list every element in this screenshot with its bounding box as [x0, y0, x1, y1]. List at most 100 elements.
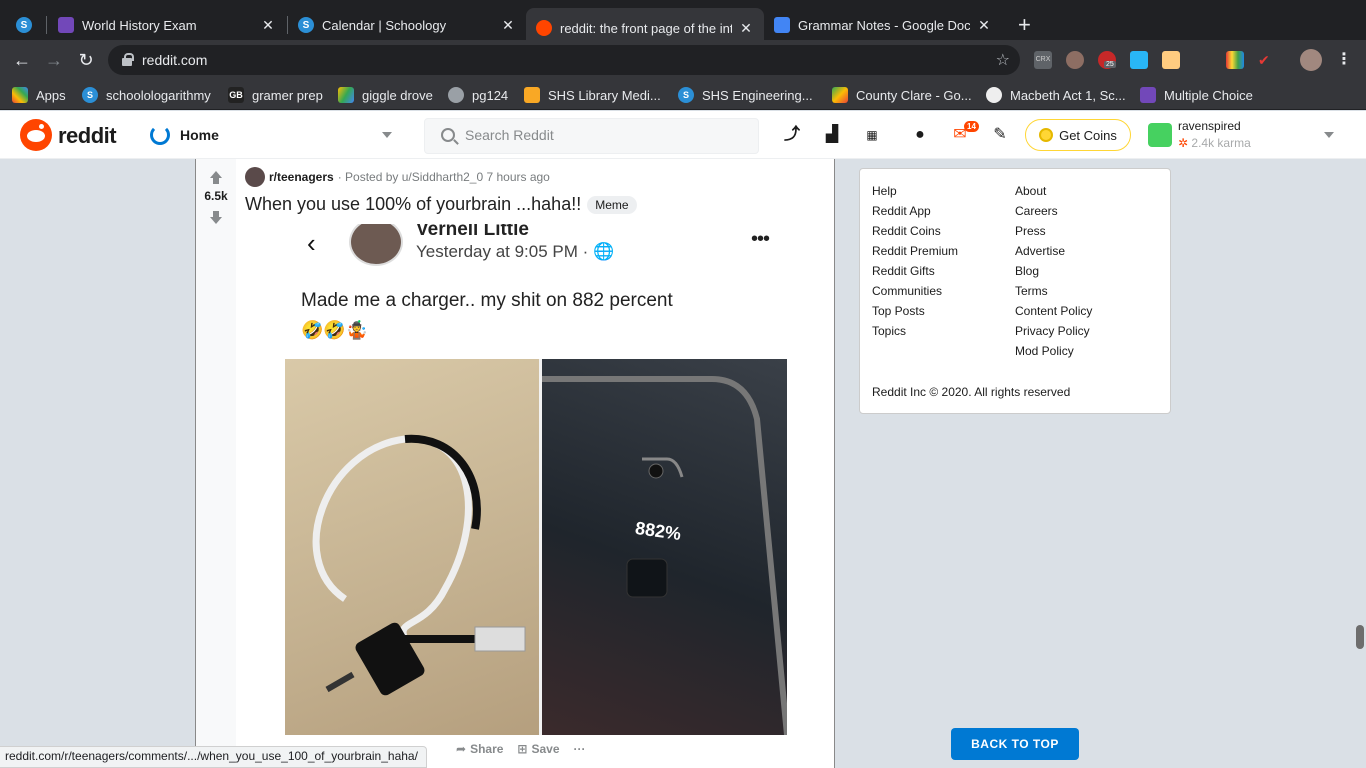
reddit-logo-icon[interactable]	[20, 119, 52, 151]
adblock-extension-icon[interactable]: 25	[1098, 51, 1116, 69]
bookmark-schoolologarithmy[interactable]: S schoolologarithmy	[82, 86, 211, 104]
bookmark-giggle-drove[interactable]: giggle drove	[338, 86, 433, 104]
trending-icon[interactable]: ⤴	[782, 125, 802, 145]
save-button[interactable]: ⊞ Save	[517, 742, 559, 756]
close-tab-icon[interactable]: ✕	[500, 17, 516, 34]
owl-extension-icon[interactable]	[1066, 51, 1084, 69]
share-button[interactable]: ➦ Share	[456, 742, 503, 756]
link-top-posts[interactable]: Top Posts	[872, 303, 958, 323]
link-reddit-gifts[interactable]: Reddit Gifts	[872, 263, 958, 283]
address-bar[interactable]: reddit.com ☆	[108, 45, 1020, 75]
footer-links-card: Help Reddit App Reddit Coins Reddit Prem…	[859, 168, 1171, 414]
tab-title: reddit: the front page of the int	[560, 20, 732, 36]
tab-title: Calendar | Schoology	[322, 17, 447, 33]
hidden-extension-icon[interactable]	[1194, 51, 1212, 69]
post-title[interactable]: When you use 100% of yourbrain ...haha!!…	[245, 194, 637, 215]
vote-score: 6.5k	[204, 189, 228, 203]
link-help[interactable]: Help	[872, 183, 958, 203]
schoology-icon: S	[82, 87, 98, 103]
tab-calendar-schoology[interactable]: S Calendar | Schoology ✕	[288, 8, 526, 42]
link-about[interactable]: About	[1015, 183, 1092, 203]
bookmark-apps[interactable]: Apps	[12, 86, 66, 104]
chat-icon[interactable]: ●	[910, 125, 930, 145]
bookmark-icon	[524, 87, 540, 103]
link-reddit-coins[interactable]: Reddit Coins	[872, 223, 958, 243]
link-terms[interactable]: Terms	[1015, 283, 1092, 303]
subreddit-link[interactable]: r/teenagers	[269, 170, 334, 184]
upvote-icon[interactable]	[210, 171, 222, 185]
scrollbar-thumb[interactable]	[1356, 625, 1364, 649]
qr-code-icon[interactable]: ▦	[862, 125, 882, 145]
back-to-top-button[interactable]: BACK TO TOP	[951, 728, 1079, 760]
link-advertise[interactable]: Advertise	[1015, 243, 1092, 263]
more-options-button[interactable]: ···	[574, 742, 586, 756]
bookmark-gramer-prep[interactable]: GB gramer prep	[228, 86, 323, 104]
close-tab-icon[interactable]: ✕	[260, 17, 276, 34]
bookmark-county-clare[interactable]: County Clare - Go...	[832, 86, 972, 104]
drive-icon	[338, 87, 354, 103]
link-topics[interactable]: Topics	[872, 323, 958, 343]
pencil-icon[interactable]: ✎	[990, 125, 1010, 145]
bookmarks-bar: Apps S schoolologarithmy GB gramer prep …	[0, 80, 1366, 110]
post-card[interactable]: 6.5k r/teenagers · Posted by u/Siddharth…	[195, 159, 835, 768]
color-extension-icon[interactable]	[1226, 51, 1244, 69]
downvote-icon[interactable]	[210, 211, 222, 225]
copyright-text: Reddit Inc © 2020. All rights reserved	[872, 385, 1071, 399]
url-text: reddit.com	[142, 52, 208, 68]
chrome-menu-icon[interactable]: ⋮	[1336, 49, 1352, 69]
new-tab-button[interactable]: +	[1008, 8, 1040, 42]
bookmark-shs-library[interactable]: SHS Library Medi...	[524, 86, 661, 104]
leaderboard-icon[interactable]: ▟	[822, 125, 842, 145]
link-content-policy[interactable]: Content Policy	[1015, 303, 1092, 323]
post-flair[interactable]: Meme	[587, 195, 637, 214]
fb-text: Made me a charger.. my shit on 882 perce…	[301, 290, 673, 311]
tab-grammar-notes[interactable]: Grammar Notes - Google Docs ✕	[764, 8, 1002, 42]
link-careers[interactable]: Careers	[1015, 203, 1092, 223]
bookmark-icon: ⊞	[517, 742, 528, 756]
profile-avatar-icon[interactable]	[1300, 49, 1322, 71]
link-mod-policy[interactable]: Mod Policy	[1015, 343, 1092, 363]
reddit-wordmark[interactable]: reddit	[58, 123, 117, 149]
lock-icon	[122, 53, 134, 66]
link-press[interactable]: Press	[1015, 223, 1092, 243]
home-dropdown[interactable]: Home	[140, 117, 402, 153]
crx-extension-icon[interactable]: CRX	[1034, 51, 1052, 69]
reload-icon[interactable]: ↻	[74, 49, 98, 71]
link-blog[interactable]: Blog	[1015, 263, 1092, 283]
link-reddit-premium[interactable]: Reddit Premium	[872, 243, 958, 263]
bookmark-macbeth[interactable]: Macbeth Act 1, Sc...	[986, 86, 1126, 104]
bookmark-multiple-choice[interactable]: Multiple Choice	[1140, 86, 1253, 104]
link-communities[interactable]: Communities	[872, 283, 958, 303]
link-privacy-policy[interactable]: Privacy Policy	[1015, 323, 1092, 343]
docs-icon	[774, 17, 790, 33]
close-tab-icon[interactable]: ✕	[976, 17, 992, 34]
bookmark-star-icon[interactable]: ☆	[996, 50, 1010, 70]
globe-icon	[448, 87, 464, 103]
forward-arrow-icon[interactable]: →	[42, 49, 66, 71]
chevron-down-icon	[382, 132, 392, 138]
links-column-right: About Careers Press Advertise Blog Terms…	[1015, 183, 1092, 363]
bookmark-pg124[interactable]: pg124	[448, 86, 508, 104]
get-coins-button[interactable]: Get Coins	[1025, 119, 1131, 151]
gb-icon: GB	[228, 87, 244, 103]
face-extension-icon[interactable]	[1162, 51, 1180, 69]
close-tab-icon[interactable]: ✕	[738, 20, 754, 37]
tab-world-history-exam[interactable]: World History Exam ✕	[48, 8, 286, 42]
posted-by[interactable]: · Posted by u/Siddharth2_0 7 hours ago	[338, 170, 550, 184]
search-input[interactable]	[465, 127, 745, 143]
subreddit-icon[interactable]	[245, 167, 265, 187]
pinned-tab-schoology[interactable]: S	[8, 8, 40, 42]
fb-avatar	[349, 224, 403, 266]
check-red-extension-icon[interactable]: ✔	[1258, 51, 1276, 69]
home-icon	[150, 125, 170, 145]
user-dropdown[interactable]: ravenspired ✲ 2.4k karma	[1146, 117, 1346, 153]
back-arrow-icon[interactable]: ←	[10, 49, 34, 71]
bookmark-shs-engineering[interactable]: S SHS Engineering...	[678, 86, 813, 104]
checkmark-extension-icon[interactable]	[1130, 51, 1148, 69]
post-image[interactable]: ‹ Vernell Little Yesterday at 9:05 PM · …	[285, 224, 787, 735]
link-reddit-app[interactable]: Reddit App	[872, 203, 958, 223]
site-icon	[986, 87, 1002, 103]
chevron-down-icon	[1324, 132, 1334, 138]
charger-photo	[285, 359, 539, 735]
search-box[interactable]	[424, 118, 759, 154]
